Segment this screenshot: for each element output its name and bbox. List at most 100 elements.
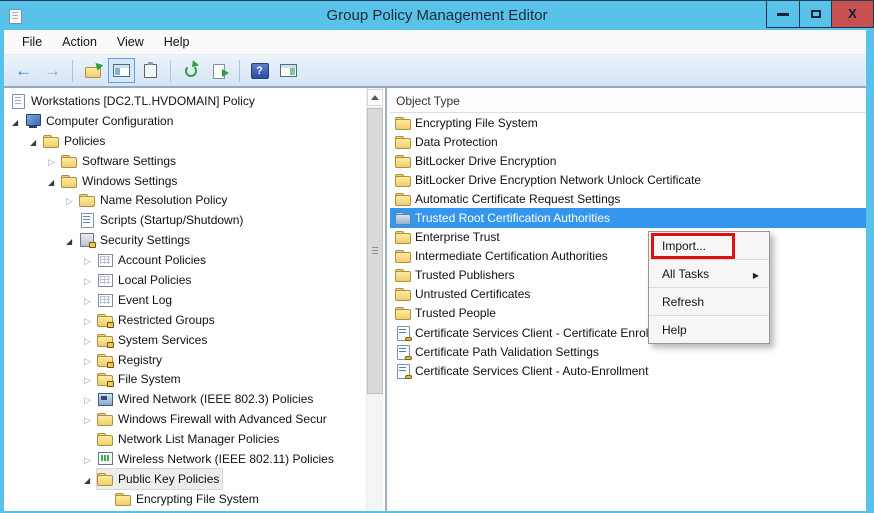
tree-item-inner: Local Policies <box>97 270 194 290</box>
tree-item-restricted-groups[interactable]: Restricted Groups <box>4 310 385 330</box>
tree-expander-collapsed-icon[interactable] <box>84 274 97 286</box>
tree-item-security-settings[interactable]: Security Settings <box>4 230 385 250</box>
tree-item-label: System Services <box>117 333 207 347</box>
list-item-trusted-publishers[interactable]: Trusted Publishers <box>390 266 866 285</box>
key-icon <box>405 356 412 360</box>
toolbar-separator <box>170 60 171 82</box>
menu-file[interactable]: File <box>12 35 52 49</box>
tree-item-public-key-policies[interactable]: Public Key Policies <box>4 469 385 489</box>
list-item-trusted-root-certification-authorities[interactable]: Trusted Root Certification Authorities <box>390 208 866 227</box>
folder-up-icon <box>84 64 101 78</box>
tree-item-computer-configuration[interactable]: Computer Configuration <box>4 111 385 131</box>
minimize-button[interactable] <box>767 1 799 27</box>
tree-item-file-system[interactable]: File System <box>4 369 385 389</box>
tree-item-wired-network-ieee-802-3-policies[interactable]: Wired Network (IEEE 802.3) Policies <box>4 389 385 409</box>
menu-help[interactable]: Help <box>154 35 200 49</box>
properties-button[interactable] <box>137 58 164 83</box>
tree-item-label: Encrypting File System <box>135 492 259 506</box>
export-list-icon <box>213 64 227 78</box>
list-item-automatic-certificate-request-settings[interactable]: Automatic Certificate Request Settings <box>390 189 866 208</box>
tree-item-data-protection[interactable]: Data Protection <box>4 509 385 511</box>
tree-expander-collapsed-icon[interactable] <box>84 294 97 306</box>
scrollbar-grip-icon <box>372 247 378 255</box>
console-tree-toggle[interactable] <box>108 58 135 83</box>
forward-button[interactable] <box>39 58 66 83</box>
policy-table-icon <box>97 293 113 307</box>
list-item-certificate-services-client-certificate-en[interactable]: Certificate Services Client - Certificat… <box>390 323 866 342</box>
menu-action[interactable]: Action <box>52 35 107 49</box>
list-item-trusted-people[interactable]: Trusted People <box>390 304 866 323</box>
tree-expander-expanded-icon[interactable] <box>84 473 97 485</box>
gpo-icon <box>10 94 26 108</box>
list-item-data-protection[interactable]: Data Protection <box>390 132 866 151</box>
tree-item-inner: Scripts (Startup/Shutdown) <box>79 210 246 230</box>
tree-item-policies[interactable]: Policies <box>4 131 385 151</box>
refresh-button[interactable] <box>177 58 204 83</box>
folder-icon <box>61 174 77 188</box>
context-menu-item-label: Import... <box>662 239 706 253</box>
list-item-bitlocker-drive-encryption[interactable]: BitLocker Drive Encryption <box>390 151 866 170</box>
tree-expander-collapsed-icon[interactable] <box>84 314 97 326</box>
tree-item-name-resolution-policy[interactable]: Name Resolution Policy <box>4 190 385 210</box>
folder-icon <box>97 412 113 426</box>
tree-item-software-settings[interactable]: Software Settings <box>4 151 385 171</box>
tree-expander-collapsed-icon[interactable] <box>48 155 61 167</box>
help-button[interactable] <box>246 58 273 83</box>
scrollbar-thumb[interactable] <box>367 108 383 394</box>
tree-item-local-policies[interactable]: Local Policies <box>4 270 385 290</box>
tree-item-registry[interactable]: Registry <box>4 350 385 370</box>
tree-expander-expanded-icon[interactable] <box>48 175 61 187</box>
minus-icon <box>777 13 789 16</box>
tree-item-event-log[interactable]: Event Log <box>4 290 385 310</box>
list-item-certificate-services-client-auto-enrollmen[interactable]: Certificate Services Client - Auto-Enrol… <box>390 361 866 380</box>
up-one-level-button[interactable] <box>79 58 106 83</box>
tree-item-inner: Restricted Groups <box>97 310 218 330</box>
tree-expander-collapsed-icon[interactable] <box>84 254 97 266</box>
list-item-encrypting-file-system[interactable]: Encrypting File System <box>390 113 866 132</box>
export-list-button[interactable] <box>206 58 233 83</box>
tree-expander-collapsed-icon[interactable] <box>84 393 97 405</box>
context-menu-item-import[interactable]: Import... <box>649 232 769 259</box>
tree-item-account-policies[interactable]: Account Policies <box>4 250 385 270</box>
tree-expander-collapsed-icon[interactable] <box>84 373 97 385</box>
menu-view[interactable]: View <box>107 35 154 49</box>
back-button[interactable] <box>10 58 37 83</box>
tree-expander-expanded-icon[interactable] <box>30 135 43 147</box>
list-item-bitlocker-drive-encryption-network-unlock-[interactable]: BitLocker Drive Encryption Network Unloc… <box>390 170 866 189</box>
context-menu-item-help[interactable]: Help <box>649 316 769 343</box>
action-pane-toggle[interactable] <box>275 58 302 83</box>
tree-item-inner: Name Resolution Policy <box>79 190 230 210</box>
folder-lock-icon <box>97 333 113 347</box>
list-item-untrusted-certificates[interactable]: Untrusted Certificates <box>390 285 866 304</box>
tree-item-label: File System <box>117 372 181 386</box>
tree-item-system-services[interactable]: System Services <box>4 330 385 350</box>
tree-item-encrypting-file-system[interactable]: Encrypting File System <box>4 489 385 509</box>
context-menu-item-refresh[interactable]: Refresh <box>649 288 769 315</box>
tree-item-scripts-startup-shutdown[interactable]: Scripts (Startup/Shutdown) <box>4 210 385 230</box>
tree-item-workstations-dc2-tl-hvdomain-policy[interactable]: Workstations [DC2.TL.HVDOMAIN] Policy <box>4 91 385 111</box>
tree-item-windows-settings[interactable]: Windows Settings <box>4 171 385 191</box>
tree-scrollbar[interactable] <box>366 88 383 511</box>
tree-item-network-list-manager-policies[interactable]: Network List Manager Policies <box>4 429 385 449</box>
scrollbar-up-arrow[interactable] <box>367 89 383 106</box>
security-icon <box>79 233 95 247</box>
list-item-enterprise-trust[interactable]: Enterprise Trust <box>390 228 866 247</box>
maximize-button[interactable] <box>799 1 831 27</box>
list-item-certificate-path-validation-settings[interactable]: Certificate Path Validation Settings <box>390 342 866 361</box>
tree-item-wireless-network-ieee-802-11-policies[interactable]: Wireless Network (IEEE 802.11) Policies <box>4 449 385 469</box>
folder-lock-icon <box>97 372 113 386</box>
tree-expander-expanded-icon[interactable] <box>12 115 25 127</box>
tree-expander-collapsed-icon[interactable] <box>66 194 79 206</box>
tree-expander-collapsed-icon[interactable] <box>84 453 97 465</box>
list-item-intermediate-certification-authorities[interactable]: Intermediate Certification Authorities <box>390 247 866 266</box>
tree-item-windows-firewall-with-advanced-secur[interactable]: Windows Firewall with Advanced Secur <box>4 409 385 429</box>
folder-icon <box>61 154 77 168</box>
tree-expander-expanded-icon[interactable] <box>66 234 79 246</box>
tree-item-inner: Workstations [DC2.TL.HVDOMAIN] Policy <box>10 91 258 111</box>
tree-expander-collapsed-icon[interactable] <box>84 334 97 346</box>
tree-expander-collapsed-icon[interactable] <box>84 354 97 366</box>
close-button[interactable] <box>831 1 873 27</box>
object-type-column-header[interactable]: Object Type <box>390 90 866 113</box>
tree-expander-collapsed-icon[interactable] <box>84 413 97 425</box>
context-menu-item-all-tasks[interactable]: All Tasks <box>649 260 769 287</box>
